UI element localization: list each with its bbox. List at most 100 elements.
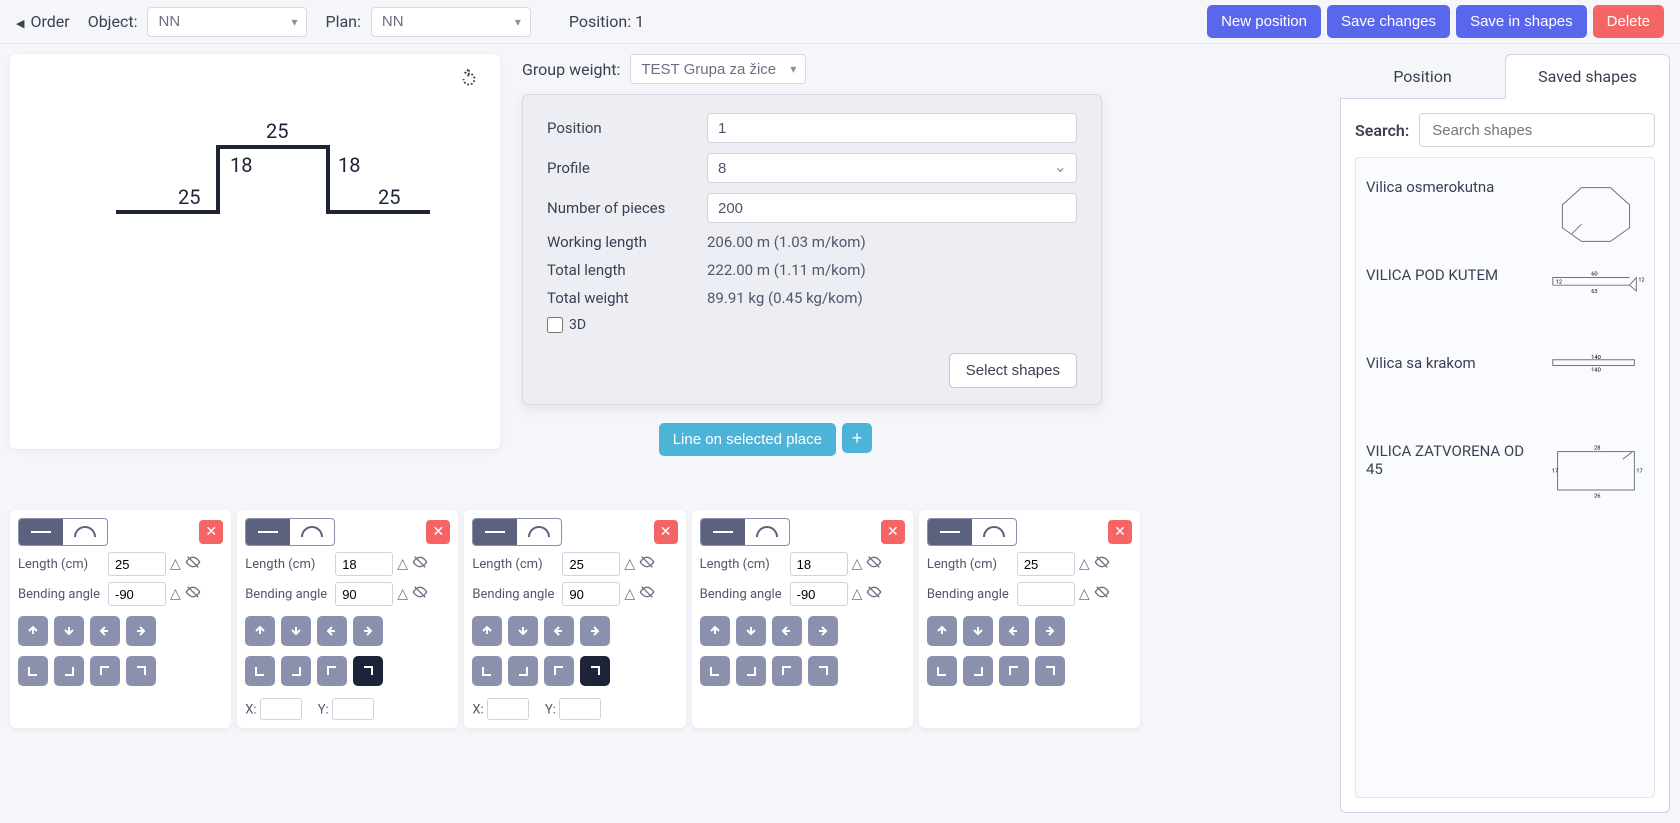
- pieces-input[interactable]: [707, 193, 1077, 223]
- corner-bl-button[interactable]: [927, 656, 957, 686]
- arrow-right-button[interactable]: [580, 616, 610, 646]
- segment-type-toggle[interactable]: [245, 518, 335, 546]
- corner-tr-button[interactable]: [126, 656, 156, 686]
- plan-select[interactable]: NN: [371, 7, 531, 37]
- add-segment-button[interactable]: +: [842, 423, 872, 453]
- x-input[interactable]: [260, 698, 302, 720]
- line-type-icon[interactable]: [473, 519, 517, 545]
- triangle-icon[interactable]: △: [170, 586, 181, 602]
- line-type-icon[interactable]: [928, 519, 972, 545]
- triangle-icon[interactable]: △: [624, 586, 635, 602]
- delete-segment-button[interactable]: ✕: [881, 520, 905, 544]
- new-position-button[interactable]: New position: [1207, 5, 1321, 38]
- delete-button[interactable]: Delete: [1593, 5, 1664, 38]
- triangle-icon[interactable]: △: [1079, 556, 1090, 572]
- eye-off-icon[interactable]: [185, 584, 201, 604]
- length-input[interactable]: [108, 552, 166, 576]
- triangle-icon[interactable]: △: [852, 556, 863, 572]
- arrow-down-button[interactable]: [736, 616, 766, 646]
- corner-tl-button[interactable]: [544, 656, 574, 686]
- shape-item[interactable]: Vilica sa krakom 140140: [1362, 340, 1648, 428]
- triangle-icon[interactable]: △: [1079, 586, 1090, 602]
- arrow-up-button[interactable]: [18, 616, 48, 646]
- arrow-right-button[interactable]: [808, 616, 838, 646]
- eye-off-icon[interactable]: [639, 584, 655, 604]
- segment-type-toggle[interactable]: [700, 518, 790, 546]
- y-input[interactable]: [332, 698, 374, 720]
- delete-segment-button[interactable]: ✕: [199, 520, 223, 544]
- segment-type-toggle[interactable]: [18, 518, 108, 546]
- line-type-icon[interactable]: [701, 519, 745, 545]
- arrow-down-button[interactable]: [508, 616, 538, 646]
- arrow-right-button[interactable]: [353, 616, 383, 646]
- triangle-icon[interactable]: △: [397, 586, 408, 602]
- angle-input[interactable]: [335, 582, 393, 606]
- length-input[interactable]: [562, 552, 620, 576]
- arc-type-icon[interactable]: [517, 519, 561, 545]
- length-input[interactable]: [790, 552, 848, 576]
- eye-off-icon[interactable]: [1094, 584, 1110, 604]
- corner-tl-button[interactable]: [317, 656, 347, 686]
- arrow-left-button[interactable]: [317, 616, 347, 646]
- arc-type-icon[interactable]: [63, 519, 107, 545]
- arc-type-icon[interactable]: [745, 519, 789, 545]
- corner-bl-button[interactable]: [472, 656, 502, 686]
- eye-off-icon[interactable]: [866, 584, 882, 604]
- segment-type-toggle[interactable]: [472, 518, 562, 546]
- search-input[interactable]: [1419, 113, 1655, 147]
- corner-tr-button[interactable]: [580, 656, 610, 686]
- length-input[interactable]: [1017, 552, 1075, 576]
- segment-type-toggle[interactable]: [927, 518, 1017, 546]
- arrow-up-button[interactable]: [700, 616, 730, 646]
- line-type-icon[interactable]: [246, 519, 290, 545]
- back-to-order-button[interactable]: Order: [16, 12, 70, 31]
- corner-br-button[interactable]: [508, 656, 538, 686]
- corner-tl-button[interactable]: [90, 656, 120, 686]
- arrow-up-button[interactable]: [472, 616, 502, 646]
- corner-br-button[interactable]: [281, 656, 311, 686]
- triangle-icon[interactable]: △: [170, 556, 181, 572]
- line-type-icon[interactable]: [19, 519, 63, 545]
- shape-list[interactable]: Vilica osmerokutna VILICA POD KUTEM 6063…: [1355, 157, 1655, 798]
- tab-saved-shapes[interactable]: Saved shapes: [1505, 54, 1670, 99]
- shape-item[interactable]: Vilica osmerokutna: [1362, 164, 1648, 252]
- angle-input[interactable]: [562, 582, 620, 606]
- corner-bl-button[interactable]: [700, 656, 730, 686]
- eye-off-icon[interactable]: [412, 554, 428, 574]
- arrow-up-button[interactable]: [927, 616, 957, 646]
- arrow-right-button[interactable]: [126, 616, 156, 646]
- object-select[interactable]: NN: [147, 7, 307, 37]
- arrow-down-button[interactable]: [54, 616, 84, 646]
- corner-br-button[interactable]: [963, 656, 993, 686]
- arrow-left-button[interactable]: [544, 616, 574, 646]
- corner-bl-button[interactable]: [18, 656, 48, 686]
- triangle-icon[interactable]: △: [397, 556, 408, 572]
- eye-off-icon[interactable]: [412, 584, 428, 604]
- arc-type-icon[interactable]: [290, 519, 334, 545]
- position-input[interactable]: [707, 113, 1077, 143]
- angle-input[interactable]: [108, 582, 166, 606]
- arrow-right-button[interactable]: [1035, 616, 1065, 646]
- delete-segment-button[interactable]: ✕: [654, 520, 678, 544]
- corner-tl-button[interactable]: [999, 656, 1029, 686]
- corner-tr-button[interactable]: [1035, 656, 1065, 686]
- eye-off-icon[interactable]: [1094, 554, 1110, 574]
- select-shapes-button[interactable]: Select shapes: [949, 353, 1077, 388]
- eye-off-icon[interactable]: [639, 554, 655, 574]
- profile-select[interactable]: 8: [707, 153, 1077, 183]
- line-on-selected-button[interactable]: Line on selected place: [659, 423, 836, 456]
- 3d-checkbox[interactable]: [547, 317, 563, 333]
- shape-item[interactable]: VILICA ZATVORENA OD 45 28261717: [1362, 428, 1648, 516]
- group-weight-select[interactable]: TEST Grupa za žice: [630, 54, 806, 84]
- triangle-icon[interactable]: △: [624, 556, 635, 572]
- arrow-down-button[interactable]: [963, 616, 993, 646]
- arrow-down-button[interactable]: [281, 616, 311, 646]
- delete-segment-button[interactable]: ✕: [1108, 520, 1132, 544]
- shape-item[interactable]: VILICA POD KUTEM 60631212: [1362, 252, 1648, 340]
- x-input[interactable]: [487, 698, 529, 720]
- corner-tr-button[interactable]: [353, 656, 383, 686]
- delete-segment-button[interactable]: ✕: [426, 520, 450, 544]
- corner-tr-button[interactable]: [808, 656, 838, 686]
- length-input[interactable]: [335, 552, 393, 576]
- arrow-left-button[interactable]: [90, 616, 120, 646]
